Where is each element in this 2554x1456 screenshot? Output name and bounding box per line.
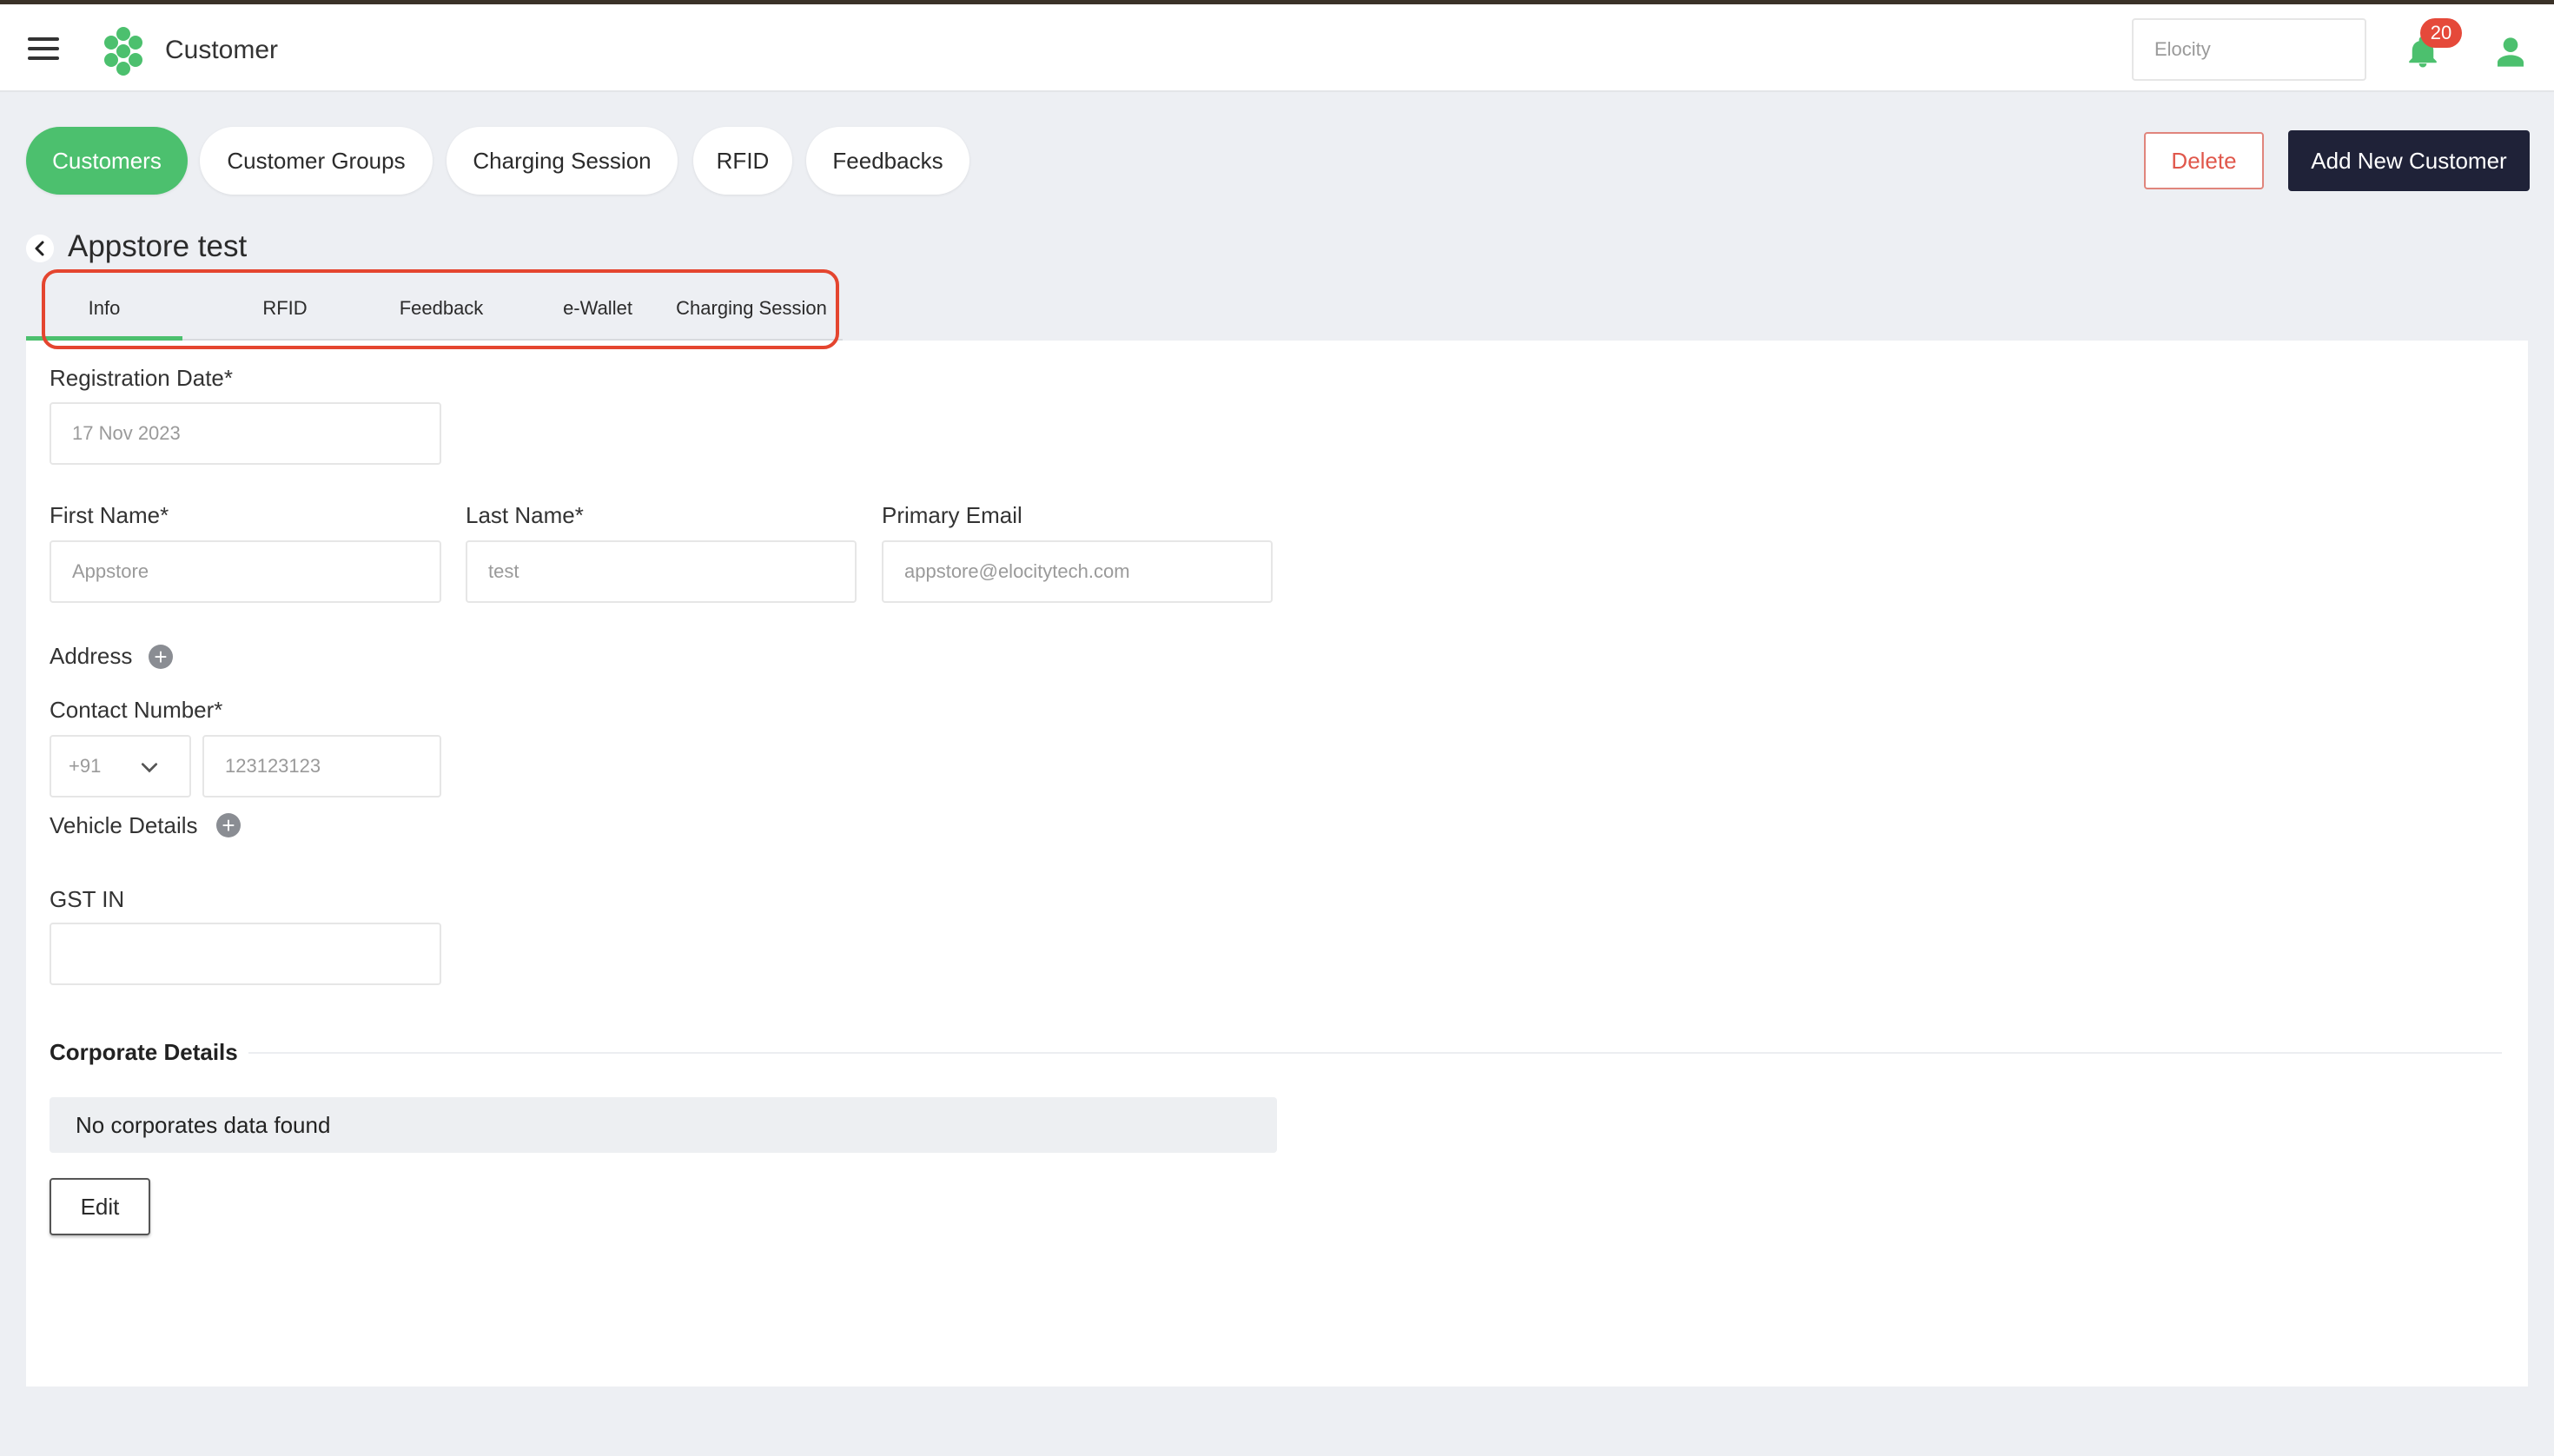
add-address-icon[interactable]: + [149,645,173,669]
customer-info-card [26,341,2528,1387]
delete-button[interactable]: Delete [2144,132,2264,189]
nav-feedbacks[interactable]: Feedbacks [806,127,969,195]
tab-e-wallet[interactable]: e-Wallet [519,278,676,341]
section-divider [248,1052,2502,1054]
app-title: Customer [165,36,279,64]
primary-email-field[interactable]: appstore@elocitytech.com [882,540,1273,603]
page-title: Appstore test [68,229,248,263]
tab-charging-session[interactable]: Charging Session [660,278,843,341]
add-new-customer-button[interactable]: Add New Customer [2288,130,2530,191]
nav-customers[interactable]: Customers [26,127,188,195]
last-name-field[interactable]: test [466,540,857,603]
contact-number-field[interactable]: 123123123 [202,735,441,797]
detail-tabs: Info RFID Feedback e-Wallet Charging Ses… [26,278,843,341]
gst-in-field[interactable] [50,923,441,985]
nav-customer-groups[interactable]: Customer Groups [200,127,433,195]
address-label: Address [50,643,133,669]
registration-date-field[interactable]: 17 Nov 2023 [50,402,441,465]
gst-in-label: GST IN [50,886,125,912]
first-name-field[interactable]: Appstore [50,540,441,603]
country-code-select[interactable]: +91 [50,735,191,797]
add-vehicle-icon[interactable]: + [216,813,241,837]
first-name-label: First Name* [50,502,169,528]
tab-feedback[interactable]: Feedback [363,278,519,341]
organization-selector[interactable]: Elocity [2132,18,2366,81]
back-icon[interactable] [26,235,54,262]
registration-date-label: Registration Date* [50,365,233,391]
logo-icon [104,27,142,76]
contact-number-label: Contact Number* [50,697,223,723]
nav-rfid[interactable]: RFID [693,127,792,195]
corporate-details-title: Corporate Details [50,1039,238,1065]
primary-email-label: Primary Email [882,502,1022,528]
last-name-label: Last Name* [466,502,584,528]
corporates-empty-state: No corporates data found [50,1097,1277,1153]
notification-badge: 20 [2420,18,2462,48]
user-icon[interactable] [2493,34,2528,70]
menu-icon[interactable] [28,37,59,60]
nav-charging-session[interactable]: Charging Session [447,127,678,195]
vehicle-details-label: Vehicle Details [50,812,198,838]
tab-rfid[interactable]: RFID [207,278,363,341]
tab-info[interactable]: Info [26,278,182,341]
country-code-value: +91 [69,755,102,777]
edit-button[interactable]: Edit [50,1178,150,1235]
chevron-down-icon [141,763,158,773]
top-bar: Customer Elocity 20 [0,4,2554,92]
